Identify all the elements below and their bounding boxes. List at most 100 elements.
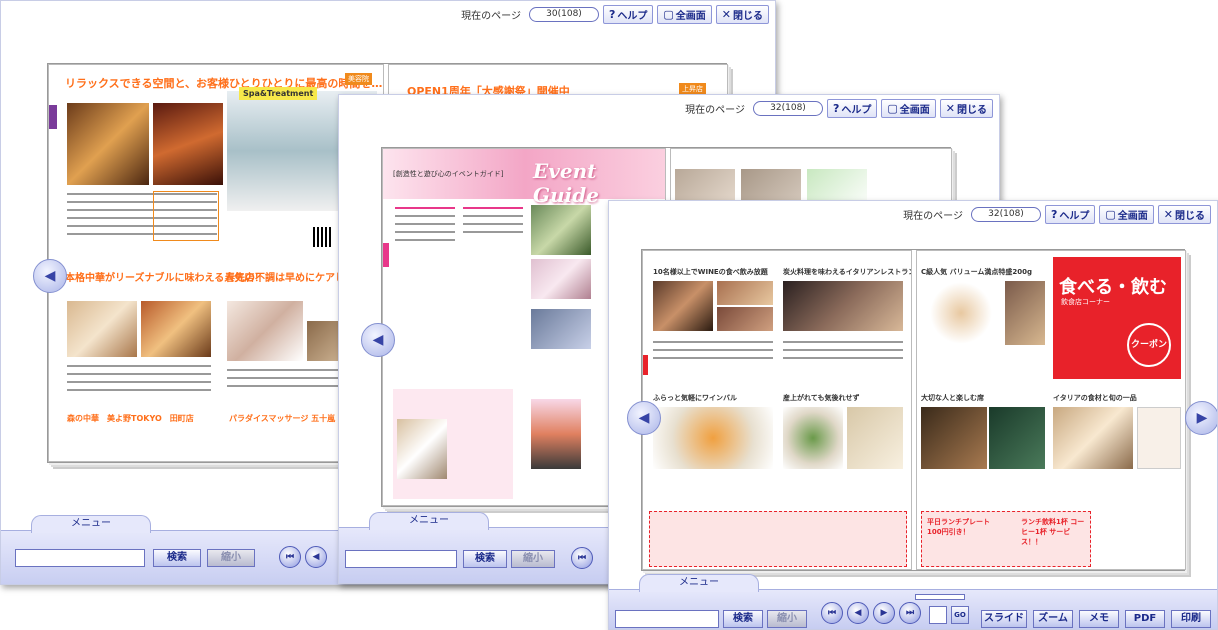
window-icon: ▢: [1105, 207, 1116, 221]
first-page-button[interactable]: ⏮: [279, 546, 301, 568]
close-icon: ✕: [721, 7, 731, 21]
shrink-button[interactable]: 縮小: [511, 550, 555, 568]
magazine-spread: 10名様以上でWINEの食べ飲み放題 炭火料理を味わえるイタリアンレストラン ふ…: [641, 249, 1186, 571]
first-page-button[interactable]: ⏮: [821, 602, 843, 624]
info-box: [153, 191, 219, 241]
food-section-subtitle: 飲食店コーナー: [1061, 298, 1110, 306]
girl-illustration: [531, 399, 581, 469]
close-button[interactable]: ✕ 閉じる: [939, 98, 993, 118]
restaurant-photo: [989, 407, 1045, 469]
zoom-slider[interactable]: [915, 594, 965, 600]
search-button[interactable]: 検索: [463, 550, 507, 568]
qr-code: [313, 227, 333, 247]
event-photo: [531, 205, 591, 255]
current-page-label: 現在のページ: [461, 10, 521, 22]
next-page-button[interactable]: ▶: [873, 602, 895, 624]
slide-button[interactable]: スライド: [981, 610, 1027, 628]
restaurant-title-1: 10名様以上でWINEの食べ飲み放題: [653, 268, 768, 276]
fullscreen-button[interactable]: ▢ 全画面: [881, 98, 936, 118]
page-number-input[interactable]: 32(108): [970, 206, 1041, 222]
restaurant-title-5: 産上がれても気後れせず: [783, 394, 860, 402]
pdf-button[interactable]: PDF: [1125, 610, 1165, 628]
food-photo: [921, 281, 1001, 345]
question-icon: ?: [608, 7, 616, 21]
search-button[interactable]: 検索: [723, 610, 763, 628]
search-input[interactable]: [615, 610, 719, 628]
prev-page-arrow[interactable]: ◀: [33, 259, 67, 293]
print-button[interactable]: 印刷: [1171, 610, 1211, 628]
first-page-button[interactable]: ⏮: [571, 547, 593, 569]
zoom-button[interactable]: ズーム: [1033, 610, 1073, 628]
restaurant-logo: [1137, 407, 1181, 469]
close-button[interactable]: ✕ 閉じる: [715, 4, 769, 24]
menu-tab[interactable]: メニュー: [369, 512, 489, 530]
prev-page-button[interactable]: ◀: [847, 602, 869, 624]
shrink-button[interactable]: 縮小: [767, 610, 807, 628]
restaurant-photo: [1005, 281, 1045, 345]
section-tab: [49, 105, 57, 129]
restaurant-title-7: イタリアの食材と旬の一品: [1053, 394, 1137, 402]
left-headline: リラックスできる空間と、お客様ひとりひとりに最高の時間を…: [65, 77, 383, 90]
section-tab: [383, 243, 389, 267]
fullscreen-button[interactable]: ▢ 全画面: [1099, 204, 1154, 224]
food-photo: [783, 407, 843, 469]
window-icon: ▢: [887, 101, 898, 115]
massage-photo: [227, 301, 303, 361]
event-photo: [531, 309, 591, 349]
food-section-title: 食べる・飲む: [1059, 277, 1167, 298]
category-tag: 美容院: [345, 73, 372, 85]
prev-page-button[interactable]: ◀: [305, 546, 327, 568]
search-input[interactable]: [345, 550, 457, 568]
prev-page-arrow[interactable]: ◀: [627, 401, 661, 435]
shop-caption-1: 森の中華 美よ野TOKYO 田町店: [67, 414, 194, 423]
current-page-label: 現在のページ: [685, 104, 745, 116]
interior-photo: [67, 103, 149, 185]
page-number-input[interactable]: 30(108): [528, 6, 599, 22]
interior-photo: [153, 103, 223, 185]
shop-label: Spa&Treatment: [239, 87, 318, 100]
help-button[interactable]: ? ヘルプ: [1044, 204, 1096, 224]
coupon-stamp: クーポン: [1127, 323, 1171, 367]
current-page-label: 現在のページ: [903, 210, 963, 222]
event-guide-subtitle: [創造性と遊び心のイベントガイド]: [393, 170, 504, 178]
fullscreen-button[interactable]: ▢ 全画面: [657, 4, 712, 24]
page-number-input[interactable]: 32(108): [752, 100, 823, 116]
viewer-window-front: 現在のページ 32(108) ? ヘルプ ▢ 全画面 ✕ 閉じる 10名様以上でWIN…: [608, 200, 1218, 630]
left-page: リラックスできる空間と、お客様ひとりひとりに最高の時間を… 美容院 Spa&Tr…: [48, 64, 384, 462]
food-photo: [1053, 407, 1133, 469]
restaurant-photo: [653, 281, 713, 331]
last-page-button[interactable]: ⏭: [899, 602, 921, 624]
bottom-toolbar: メニュー 検索 縮小 ⏮ ◀ ▶ ⏭ GO スライド ズーム メモ PDF 印刷: [609, 574, 1217, 629]
food-photo: [67, 301, 137, 357]
flower-photo: [397, 419, 447, 479]
search-input[interactable]: [15, 549, 145, 567]
question-icon: ?: [1050, 207, 1058, 221]
window-icon: ▢: [663, 7, 674, 21]
close-button[interactable]: ✕ 閉じる: [1157, 204, 1211, 224]
menu-tab[interactable]: メニュー: [639, 574, 759, 592]
restaurant-photo: [783, 281, 903, 331]
help-button[interactable]: ? ヘルプ: [602, 4, 654, 24]
page-jump-input[interactable]: [929, 606, 947, 624]
viewer-toolbar: 現在のページ 32(108) ? ヘルプ ▢ 全画面 ✕ 閉じる: [685, 95, 999, 121]
search-button[interactable]: 検索: [153, 549, 201, 567]
next-page-arrow[interactable]: ▶: [1185, 401, 1217, 435]
chevron-left-icon: ◀: [638, 410, 650, 426]
shop-caption-2: パラダイスマッサージ 五十嵐: [229, 414, 336, 423]
help-button[interactable]: ? ヘルプ: [826, 98, 878, 118]
chevron-left-icon: ◀: [44, 268, 56, 284]
restaurant-photo: [717, 307, 773, 331]
coupon-strip: [649, 511, 907, 567]
chevron-left-icon: ◀: [372, 332, 384, 348]
event-photo: [531, 259, 591, 299]
restaurant-title-3: C級人気 バリューム満点特盛200g: [921, 268, 1032, 276]
shrink-button[interactable]: 縮小: [207, 549, 255, 567]
chevron-right-icon: ▶: [1196, 410, 1208, 426]
menu-tab[interactable]: メニュー: [31, 515, 151, 533]
restaurant-title-6: 大切な人と楽しむ席: [921, 394, 984, 402]
food-photo: [141, 301, 211, 357]
go-button[interactable]: GO: [951, 606, 969, 624]
memo-button[interactable]: メモ: [1079, 610, 1119, 628]
restaurant-title-2: 炭火料理を味わえるイタリアンレストラン: [783, 268, 912, 276]
prev-page-arrow[interactable]: ◀: [361, 323, 395, 357]
